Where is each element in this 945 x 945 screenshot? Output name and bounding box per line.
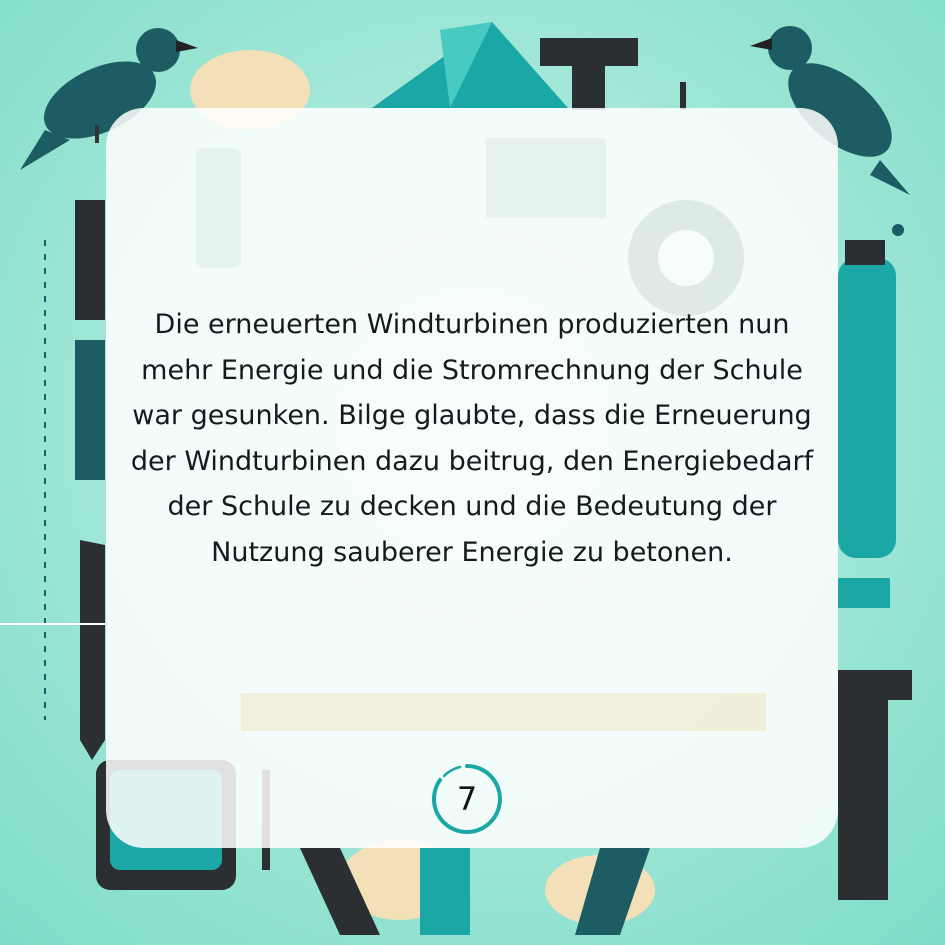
- bottle-illustration: [838, 258, 896, 558]
- story-text: Die erneuerten Windturbinen produzierten…: [130, 309, 814, 568]
- ruler-illustration: [241, 693, 766, 731]
- gear-icon: [628, 200, 744, 316]
- page-number: 7: [456, 780, 478, 818]
- letter-i-shape: [838, 670, 912, 900]
- left-bar: [75, 200, 105, 320]
- letter-i-shape: [680, 82, 686, 110]
